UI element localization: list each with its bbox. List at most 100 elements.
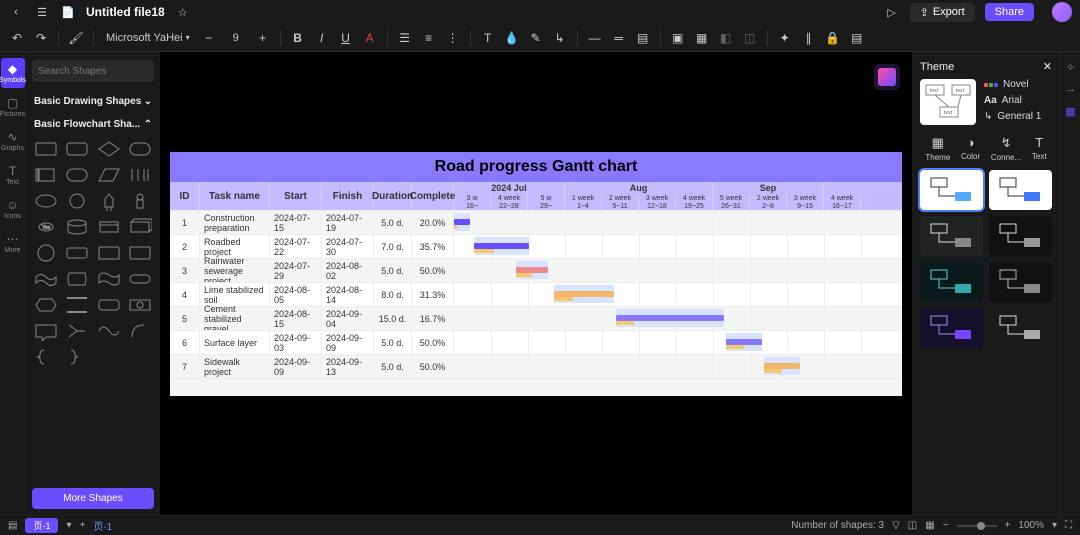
- shape-item[interactable]: [32, 190, 60, 212]
- shape-item[interactable]: [127, 138, 155, 160]
- highlight-icon[interactable]: ✎: [527, 29, 545, 47]
- text-tool-icon[interactable]: T: [479, 29, 497, 47]
- image-icon[interactable]: ▦: [693, 29, 711, 47]
- gantt-chart[interactable]: Road progress Gantt chart IDTask nameSta…: [170, 152, 902, 396]
- shape-item[interactable]: [95, 320, 123, 342]
- shape-item[interactable]: [32, 164, 60, 186]
- lock-icon[interactable]: 🔒: [824, 29, 842, 47]
- shape-item[interactable]: [32, 242, 60, 264]
- shape-item[interactable]: [32, 138, 60, 160]
- page-dropdown-icon[interactable]: ▾: [66, 520, 71, 531]
- avatar[interactable]: [1052, 2, 1072, 22]
- category-basic-flowchart[interactable]: Basic Flowchart Sha... ⌃: [32, 113, 154, 136]
- rail-item-symbols[interactable]: ◆Symbols: [1, 58, 25, 88]
- star-icon[interactable]: ☆: [175, 4, 191, 20]
- zoom-out-icon[interactable]: −: [943, 520, 949, 531]
- shape-item[interactable]: [64, 242, 92, 264]
- shape-item[interactable]: [95, 164, 123, 186]
- undo-icon[interactable]: ↶: [8, 29, 26, 47]
- shape-item[interactable]: [64, 216, 92, 238]
- shape-item[interactable]: [95, 242, 123, 264]
- search-input[interactable]: [38, 66, 160, 77]
- fill-icon[interactable]: 💧: [503, 29, 521, 47]
- canvas[interactable]: Road progress Gantt chart IDTask nameSta…: [160, 52, 912, 515]
- theme-card[interactable]: [989, 170, 1052, 210]
- font-color-icon[interactable]: A: [361, 29, 379, 47]
- format-painter-icon[interactable]: 🖌: [67, 29, 85, 47]
- shape-item[interactable]: [64, 294, 92, 316]
- layers-icon[interactable]: ▤: [848, 29, 866, 47]
- redo-icon[interactable]: ↷: [32, 29, 50, 47]
- shape-item[interactable]: [127, 294, 155, 316]
- zoom-dropdown-icon[interactable]: ▾: [1052, 520, 1057, 531]
- shape-item[interactable]: [127, 268, 155, 290]
- shape-item[interactable]: [64, 164, 92, 186]
- connector-icon[interactable]: ↳: [551, 29, 569, 47]
- grid-status-icon[interactable]: ▦: [925, 520, 934, 531]
- theme-card[interactable]: [989, 216, 1052, 256]
- align-left-icon[interactable]: ☰: [396, 29, 414, 47]
- fullscreen-icon[interactable]: ⛶: [1065, 520, 1072, 531]
- shape-icon[interactable]: ▣: [669, 29, 687, 47]
- theme-tab-conne[interactable]: ↯Conne...: [991, 135, 1021, 162]
- theme-card[interactable]: [920, 170, 983, 210]
- shape-item[interactable]: [127, 190, 155, 212]
- font-decrease-icon[interactable]: −: [200, 29, 218, 47]
- rail-item-graphs[interactable]: ∿Graphs: [1, 126, 25, 156]
- shape-item[interactable]: [127, 320, 155, 342]
- shape-item[interactable]: [127, 216, 155, 238]
- shape-item[interactable]: [95, 268, 123, 290]
- shape-item[interactable]: [64, 190, 92, 212]
- search-shapes[interactable]: 🔍: [32, 60, 154, 82]
- font-size-input[interactable]: 9: [224, 32, 248, 44]
- zoom-in-icon[interactable]: +: [1005, 520, 1011, 531]
- theme-card[interactable]: [920, 308, 983, 348]
- list-icon[interactable]: ▤: [634, 29, 652, 47]
- play-icon[interactable]: ▷: [884, 4, 900, 20]
- shape-item[interactable]: [32, 294, 60, 316]
- page-tab[interactable]: 页-1: [25, 518, 58, 533]
- rail-item-pictures[interactable]: ▢Pictures: [1, 92, 25, 122]
- export-right-icon[interactable]: →: [1064, 82, 1078, 96]
- category-basic-drawing[interactable]: Basic Drawing Shapes ⌄: [32, 90, 154, 113]
- layers-status-icon[interactable]: ▽: [892, 520, 900, 531]
- bold-icon[interactable]: B: [289, 29, 307, 47]
- font-select[interactable]: Microsoft YaHei▾: [102, 30, 194, 46]
- align-vert-icon[interactable]: ⋮: [444, 29, 462, 47]
- shape-item[interactable]: [95, 294, 123, 316]
- shape-item[interactable]: [127, 242, 155, 264]
- theme-connector-attr[interactable]: ↳ General 1: [984, 111, 1041, 122]
- line-weight-icon[interactable]: ═: [610, 29, 628, 47]
- overview-icon[interactable]: ▤: [8, 520, 17, 531]
- add-page-icon[interactable]: +: [80, 520, 86, 531]
- shape-item[interactable]: [32, 268, 60, 290]
- close-icon[interactable]: ✕: [1043, 60, 1052, 73]
- export-button[interactable]: ⇪Export: [910, 3, 975, 22]
- zoom-value[interactable]: 100%: [1018, 520, 1044, 531]
- rail-item-more[interactable]: ⋯More: [1, 228, 25, 258]
- theme-card[interactable]: [989, 262, 1052, 302]
- menu-icon[interactable]: ☰: [34, 4, 50, 20]
- theme-grid-icon[interactable]: ▦: [1064, 104, 1078, 118]
- italic-icon[interactable]: I: [313, 29, 331, 47]
- more-shapes-button[interactable]: More Shapes: [32, 488, 154, 509]
- group-icon[interactable]: ◧: [717, 29, 735, 47]
- shape-item[interactable]: Yes: [32, 216, 60, 238]
- theme-card[interactable]: [920, 216, 983, 256]
- line-style-icon[interactable]: —: [586, 29, 604, 47]
- align-center-icon[interactable]: ≡: [420, 29, 438, 47]
- file-title[interactable]: Untitled file18: [86, 5, 165, 19]
- back-icon[interactable]: ‹: [8, 4, 24, 20]
- share-button[interactable]: Share: [985, 3, 1034, 21]
- theme-color-attr[interactable]: Novel: [984, 79, 1041, 90]
- underline-icon[interactable]: U: [337, 29, 355, 47]
- shape-item[interactable]: [64, 346, 92, 368]
- effects-icon[interactable]: ✦: [776, 29, 794, 47]
- theme-card[interactable]: [920, 262, 983, 302]
- shape-item[interactable]: [32, 346, 60, 368]
- theme-font-attr[interactable]: Aa Arial: [984, 95, 1041, 106]
- rail-item-icons[interactable]: ☺Icons: [1, 194, 25, 224]
- zoom-slider[interactable]: [957, 525, 997, 527]
- shape-item[interactable]: [95, 190, 123, 212]
- ruler-icon[interactable]: ◫: [908, 520, 917, 531]
